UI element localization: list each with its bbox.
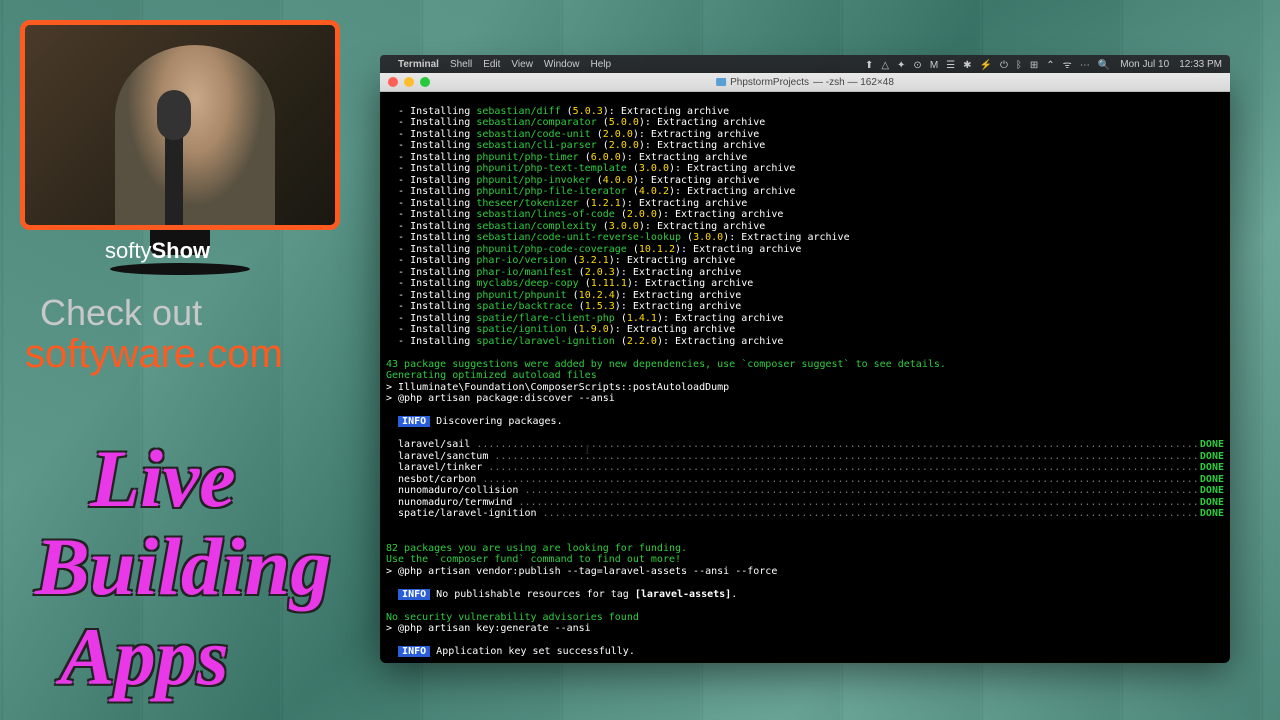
discovered-package-row: nunomaduro/termwind ....................… <box>386 497 1224 509</box>
menubar-app-name[interactable]: Terminal <box>398 59 439 70</box>
webcam-person <box>115 45 275 225</box>
script-line-2: > @php artisan package:discover --ansi <box>386 393 615 404</box>
funding-line-1: 82 packages you are using are looking fo… <box>386 543 687 554</box>
discovered-package-row: nesbot/carbon ..........................… <box>386 474 1224 486</box>
menubar-item-view[interactable]: View <box>511 59 533 70</box>
script-line-4: > @php artisan key:generate --ansi <box>386 623 591 634</box>
folder-icon <box>716 78 726 86</box>
info-key: Application key set successfully. <box>436 646 635 657</box>
menubar-date[interactable]: Mon Jul 10 <box>1120 59 1169 70</box>
info-badge: INFO <box>398 646 430 657</box>
live-text-3: Apps <box>60 618 229 696</box>
info-badge: INFO <box>398 589 430 600</box>
menubar-status-icon[interactable]: ⋯ <box>1080 60 1090 71</box>
window-title-suffix: — -zsh — 162×48 <box>813 77 894 88</box>
menubar-status-icon[interactable]: ✱ <box>963 60 971 71</box>
info-publish-tag: [laravel-assets] <box>635 589 731 600</box>
window-title: PhpstormProjects — -zsh — 162×48 <box>716 77 894 88</box>
menubar-status-icon[interactable]: M <box>930 60 938 71</box>
menubar-item-window[interactable]: Window <box>544 59 580 70</box>
check-out-text: Check out <box>40 292 202 334</box>
menubar-status-icon[interactable]: ᛒ <box>1016 60 1022 71</box>
softyware-link: softyware.com <box>25 332 283 377</box>
info-publish-pre: No publishable resources for tag <box>436 589 635 600</box>
security-line: No security vulnerability advisories fou… <box>386 612 639 623</box>
live-text-2: Building <box>35 528 331 606</box>
minimize-button[interactable] <box>404 77 414 87</box>
discovered-package-row: laravel/sanctum ........................… <box>386 451 1224 463</box>
webcam-feed <box>20 20 340 230</box>
show-prefix: softy <box>105 238 151 263</box>
info-publish-post: . <box>731 589 737 600</box>
macos-menubar[interactable]: Terminal Shell Edit View Window Help ⬆ △ ✦ ⊙ M ☰ ✱… <box>380 55 1230 73</box>
info-badge: INFO <box>398 416 430 427</box>
menubar-status-icon[interactable]: ⊞ <box>1030 60 1038 71</box>
live-text-1: Live <box>90 440 236 518</box>
discovered-package-row: spatie/laravel-ignition ................… <box>386 508 1224 520</box>
menubar-status-icon[interactable]: ⏻ <box>1000 60 1008 71</box>
menubar-item-shell[interactable]: Shell <box>450 59 472 70</box>
window-titlebar[interactable]: PhpstormProjects — -zsh — 162×48 <box>380 73 1230 92</box>
menubar-status-icon[interactable]: ✦ <box>897 60 905 71</box>
window-title-folder: PhpstormProjects <box>730 77 809 88</box>
menubar-status-icon[interactable]: ᯤ <box>1063 60 1072 71</box>
install-lines: - Installing sebastian/diff (5.0.3): Ext… <box>386 106 1224 348</box>
menubar-status-icon[interactable]: ☰ <box>946 60 955 71</box>
show-suffix: Show <box>151 238 210 263</box>
discovered-package-row: nunomaduro/collision ...................… <box>386 485 1224 497</box>
info-discover: Discovering packages. <box>436 416 562 427</box>
show-label: softyShow <box>105 238 210 264</box>
zoom-button[interactable] <box>420 77 430 87</box>
terminal-window[interactable]: PhpstormProjects — -zsh — 162×48 - Insta… <box>380 73 1230 663</box>
menubar-status-icon[interactable]: ⌃ <box>1046 60 1054 71</box>
menubar-time[interactable]: 12:33 PM <box>1179 59 1222 70</box>
menubar-status-icon[interactable]: 🔍 <box>1098 60 1110 71</box>
discovered-package-row: laravel/sail ...........................… <box>386 439 1224 451</box>
menubar-item-edit[interactable]: Edit <box>483 59 500 70</box>
autoload-line: Generating optimized autoload files <box>386 370 597 381</box>
script-line-1: > Illuminate\Foundation\ComposerScripts:… <box>386 382 729 393</box>
script-line-3: > @php artisan vendor:publish --tag=lara… <box>386 566 777 577</box>
menubar-status-icon[interactable]: ⊙ <box>913 60 921 71</box>
menubar-item-help[interactable]: Help <box>591 59 612 70</box>
close-button[interactable] <box>388 77 398 87</box>
webcam-microphone <box>165 105 183 225</box>
menubar-status-icon[interactable]: △ <box>881 60 889 71</box>
funding-line-2: Use the `composer fund` command to find … <box>386 554 681 565</box>
suggest-line: 43 package suggestions were added by new… <box>386 359 946 370</box>
menubar-status-icon[interactable]: ⬆ <box>865 60 873 71</box>
terminal-content[interactable]: - Installing sebastian/diff (5.0.3): Ext… <box>380 92 1230 663</box>
text-cursor-icon: I <box>585 443 590 459</box>
discovered-package-row: laravel/tinker .........................… <box>386 462 1224 474</box>
menubar-status-icon[interactable]: ⚡ <box>980 60 992 71</box>
